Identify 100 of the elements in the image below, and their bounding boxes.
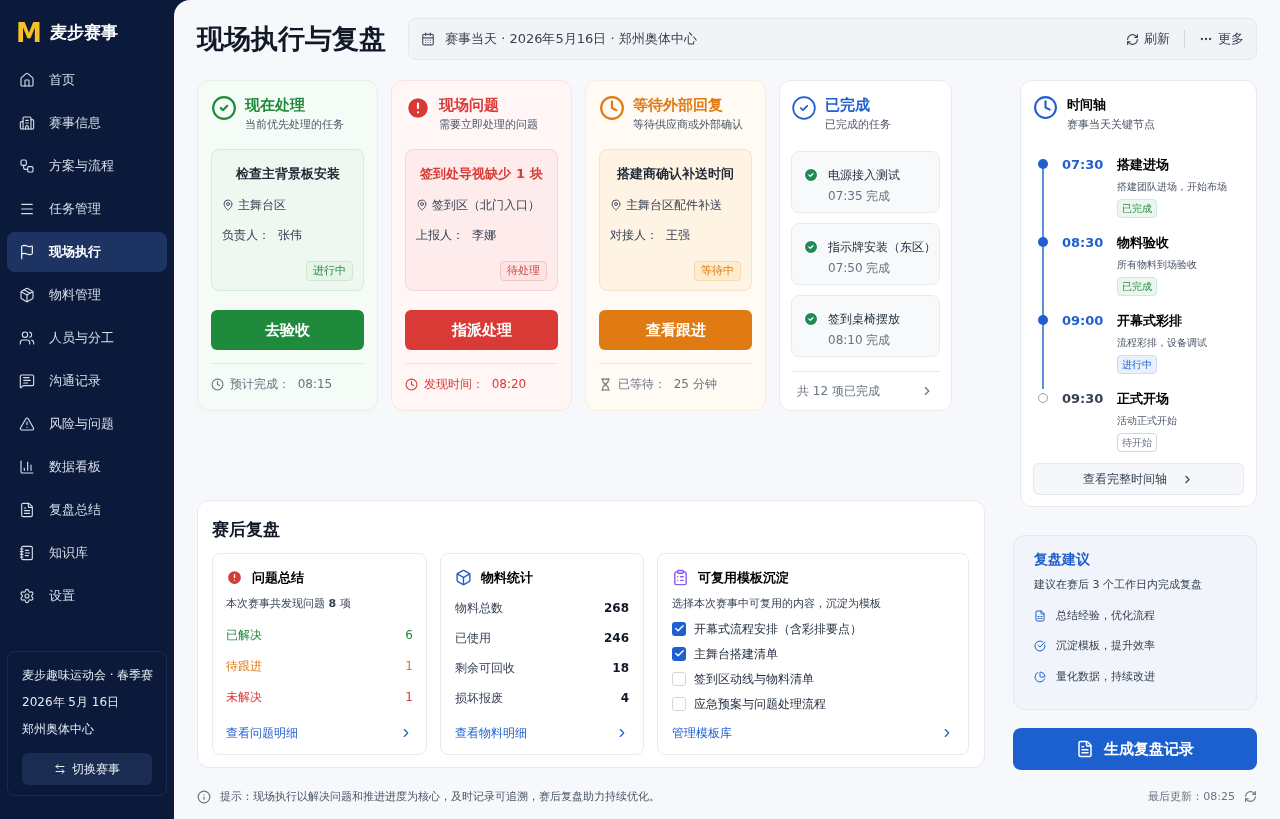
- action-button[interactable]: 指派处理: [405, 310, 558, 350]
- milestone-status: 已完成: [1117, 198, 1157, 218]
- event-name: 麦步趣味运动会 · 春季赛: [22, 667, 152, 684]
- task-time: 07:50 完成: [828, 260, 892, 277]
- timeline-time: 07:30: [1062, 156, 1105, 174]
- brand-name: 麦步赛事: [49, 21, 118, 45]
- nav-icon: [19, 72, 35, 88]
- view-timeline-button[interactable]: 查看完整时间轴: [1033, 463, 1244, 495]
- task-location: 签到区（北门入口）: [432, 196, 540, 214]
- milestone-title: 正式开场: [1117, 390, 1170, 408]
- nav-icon: [19, 287, 35, 303]
- milestone-status: 已完成: [1117, 276, 1157, 296]
- completed-task[interactable]: 电源接入测试 07:35 完成: [791, 151, 940, 213]
- template-label: 开幕式流程安排（含彩排要点）: [694, 620, 862, 638]
- clipboard-icon: [672, 568, 689, 586]
- refresh-button[interactable]: 刷新: [1126, 29, 1170, 49]
- completed-task[interactable]: 签到桌椅摆放 08:10 完成: [791, 295, 940, 357]
- refresh-icon[interactable]: [1244, 790, 1257, 804]
- material-label: 物料总数: [455, 600, 503, 617]
- column-title: 等待外部回复: [633, 95, 724, 115]
- column-footer: 预计完成： 08:15: [230, 375, 333, 393]
- column-subtitle: 已完成的任务: [825, 117, 891, 133]
- task-person: 上报人： 李娜: [416, 226, 497, 244]
- card-title: 物料统计: [481, 568, 533, 587]
- clock-icon: [1033, 95, 1058, 120]
- task-person: 负责人： 张伟: [222, 226, 303, 244]
- action-button[interactable]: 去验收: [211, 310, 364, 350]
- swap-icon: [54, 763, 66, 775]
- nav-item[interactable]: 风险与问题: [7, 404, 167, 444]
- clock-icon: [211, 377, 224, 391]
- nav-item[interactable]: 现场执行: [7, 232, 167, 272]
- generate-review-button[interactable]: 生成复盘记录: [1013, 728, 1257, 770]
- nav-icon: [19, 244, 35, 260]
- material-label: 已使用: [455, 630, 491, 647]
- issue-label: 已解决: [226, 626, 262, 644]
- clock-icon: [405, 377, 418, 391]
- material-label: 损坏报废: [455, 690, 503, 707]
- status-badge: 待处理: [500, 260, 547, 281]
- nav-item[interactable]: 物料管理: [7, 275, 167, 315]
- task-card[interactable]: 签到处导视缺少 1 块 签到区（北门入口） 上报人： 李娜 待处理: [405, 149, 558, 291]
- task-title: 检查主背景板安装: [234, 165, 341, 183]
- task-title: 签到处导视缺少 1 块: [419, 165, 544, 183]
- milestone-description: 所有物料到场验收: [1117, 257, 1197, 272]
- document-icon: [1076, 740, 1094, 758]
- column-subtitle: 需要立即处理的问题: [439, 117, 538, 133]
- nav-icon: [19, 373, 35, 389]
- footer-tip: 提示：现场执行以解决问题和推进进度为核心，及时记录可追溯，赛后复盘助力持续优化。: [220, 788, 660, 805]
- nav-item[interactable]: 设置: [7, 576, 167, 616]
- nav-item[interactable]: 任务管理: [7, 189, 167, 229]
- issue-label: 未解决: [226, 688, 262, 706]
- template-label: 应急预案与问题处理流程: [694, 695, 826, 713]
- timeline-time: 09:30: [1062, 390, 1105, 408]
- switch-event-button[interactable]: 切换赛事: [22, 753, 152, 785]
- issue-count: 1: [405, 688, 413, 706]
- timeline-node: [1038, 159, 1048, 169]
- task-title: 签到桌椅摆放: [828, 311, 900, 328]
- nav-item[interactable]: 人员与分工: [7, 318, 167, 358]
- suggestion-icon: [1034, 640, 1046, 653]
- status-icon: [211, 95, 237, 121]
- nav-item[interactable]: 方案与流程: [7, 146, 167, 186]
- task-card[interactable]: 检查主背景板安装 主舞台区 负责人： 张伟 进行中: [211, 149, 364, 291]
- template-checkbox[interactable]: [672, 646, 686, 661]
- template-checkbox[interactable]: [672, 621, 686, 636]
- nav-item[interactable]: 知识库: [7, 533, 167, 573]
- last-updated: 最后更新：08:25: [1148, 788, 1235, 805]
- issue-details-link[interactable]: 查看问题明细: [226, 723, 298, 742]
- template-label: 主舞台搭建清单: [694, 645, 778, 663]
- card-title: 可复用模板沉淀: [698, 568, 789, 587]
- page-title: 现场执行与复盘: [197, 21, 386, 56]
- template-checkbox[interactable]: [672, 696, 686, 711]
- nav-item[interactable]: 赛事信息: [7, 103, 167, 143]
- template-checkbox[interactable]: [672, 671, 686, 686]
- material-details-link[interactable]: 查看物料明细: [455, 723, 527, 742]
- nav-icon: [19, 459, 35, 475]
- nav-item[interactable]: 首页: [7, 60, 167, 100]
- location-icon: [610, 198, 622, 211]
- completed-count: 共 12 项已完成: [797, 383, 880, 400]
- milestone-status: 进行中: [1117, 354, 1157, 374]
- more-button[interactable]: 更多: [1199, 29, 1244, 49]
- nav-item[interactable]: 复盘总结: [7, 490, 167, 530]
- timeline-node: [1038, 237, 1048, 247]
- status-icon: [405, 95, 431, 121]
- milestone-description: 活动正式开始: [1117, 413, 1177, 428]
- completed-task[interactable]: 指示牌安装（东区） 07:50 完成: [791, 223, 940, 285]
- nav-item[interactable]: 数据看板: [7, 447, 167, 487]
- refresh-icon: [1126, 32, 1139, 46]
- status-badge: 进行中: [306, 260, 353, 281]
- location-icon: [416, 198, 428, 211]
- task-time: 08:10 完成: [828, 332, 892, 349]
- milestone-title: 物料验收: [1117, 234, 1170, 252]
- milestone-description: 流程彩排，设备调试: [1117, 335, 1207, 350]
- cube-icon: [455, 568, 472, 586]
- task-card[interactable]: 搭建商确认补送时间 主舞台区配件补送 对接人： 王强 等待中: [599, 149, 752, 291]
- suggestion-subtitle: 建议在赛后 3 个工作日内完成复盘: [1034, 577, 1203, 593]
- template-library-link[interactable]: 管理模板库: [672, 723, 732, 742]
- check-icon: [803, 311, 819, 327]
- suggestion-icon: [1034, 609, 1046, 622]
- nav-item[interactable]: 沟通记录: [7, 361, 167, 401]
- timeline-subtitle: 赛事当天关键节点: [1067, 117, 1155, 133]
- check-circle-icon: [791, 95, 817, 121]
